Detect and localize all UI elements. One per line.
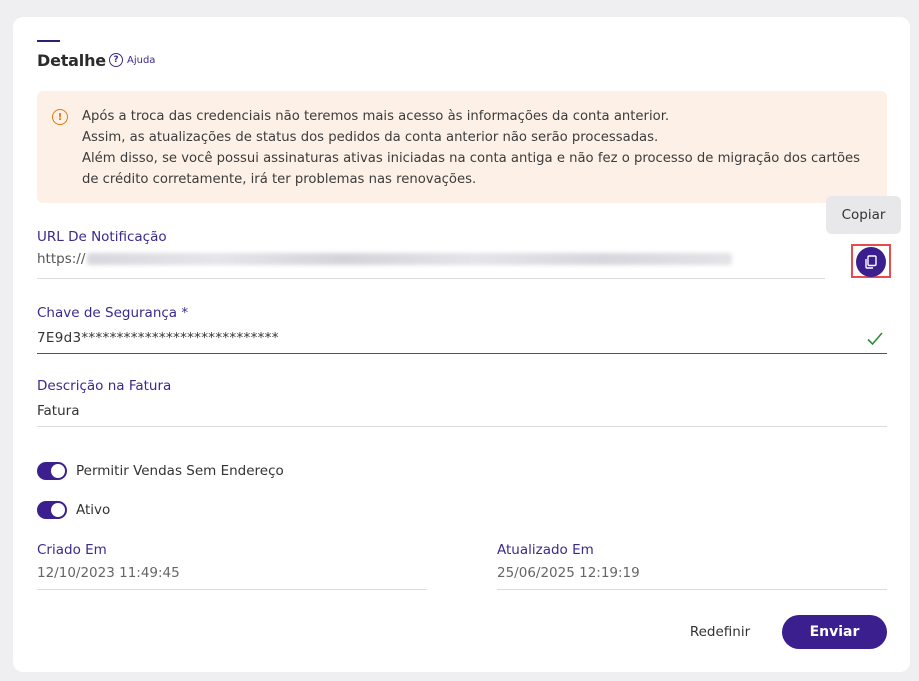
security-key-label: Chave de Segurança * xyxy=(37,305,189,321)
alert-message: Após a troca das credenciais não teremos… xyxy=(82,106,877,190)
question-circle-icon: ? xyxy=(109,53,123,67)
copy-icon xyxy=(865,255,877,269)
security-key-input[interactable]: 7E9d3**************************** xyxy=(37,330,279,346)
warning-alert: ! Após a troca das credenciais não terem… xyxy=(37,91,887,203)
security-key-underline xyxy=(37,353,887,354)
notification-url-prefix: https:// xyxy=(37,251,86,267)
toggle-knob xyxy=(51,503,65,517)
submit-button[interactable]: Enviar xyxy=(782,615,887,649)
notification-url-underline xyxy=(37,278,825,279)
created-at-value: 12/10/2023 11:49:45 xyxy=(37,565,180,581)
reset-button[interactable]: Redefinir xyxy=(680,615,760,649)
help-label: Ajuda xyxy=(127,54,156,66)
updated-at-label: Atualizado Em xyxy=(497,542,594,558)
created-at-label: Criado Em xyxy=(37,542,107,558)
alert-line: de crédito corretamente, irá ter problem… xyxy=(82,172,477,187)
active-toggle[interactable] xyxy=(37,501,67,519)
page-title: Detalhe xyxy=(37,51,106,70)
active-label: Ativo xyxy=(76,502,111,518)
warning-circle-icon: ! xyxy=(52,109,68,125)
notification-url-label: URL De Notificação xyxy=(37,229,167,245)
help-link[interactable]: ? Ajuda xyxy=(109,53,155,67)
copy-tooltip: Copiar xyxy=(826,196,901,234)
updated-at-underline xyxy=(497,589,887,590)
check-icon xyxy=(867,332,883,346)
alert-line: Após a troca das credenciais não teremos… xyxy=(82,109,670,124)
notification-url-field[interactable]: https:// xyxy=(37,251,733,267)
detail-card: Detalhe ? Ajuda ! Após a troca das crede… xyxy=(13,17,910,672)
allow-no-address-toggle[interactable] xyxy=(37,462,67,480)
notification-url-redacted xyxy=(87,253,733,265)
alert-line: Assim, as atualizações de status dos ped… xyxy=(82,130,659,145)
updated-at-value: 25/06/2025 12:19:19 xyxy=(497,565,640,581)
copy-url-button[interactable] xyxy=(856,247,886,277)
toggle-knob xyxy=(51,464,65,478)
created-at-underline xyxy=(37,589,427,590)
invoice-description-underline xyxy=(37,426,887,427)
invoice-description-input[interactable]: Fatura xyxy=(37,403,79,419)
alert-line: Além disso, se você possui assinaturas a… xyxy=(82,151,861,166)
invoice-description-label: Descrição na Fatura xyxy=(37,378,172,394)
allow-no-address-label: Permitir Vendas Sem Endereço xyxy=(76,463,284,479)
title-accent-bar xyxy=(37,40,60,42)
